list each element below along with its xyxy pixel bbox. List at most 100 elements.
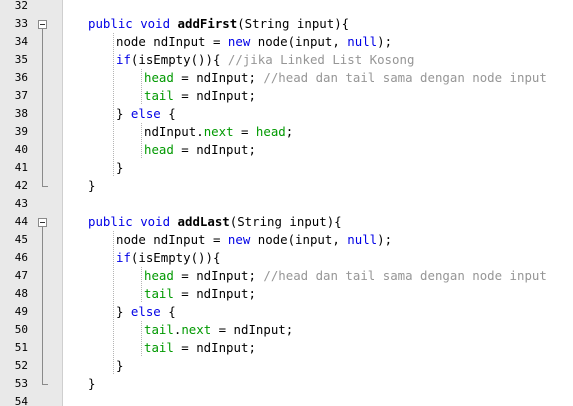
- indent-guide: [141, 123, 142, 159]
- code-token-default: }: [116, 358, 124, 373]
- line-number: 52: [14, 359, 28, 372]
- code-token-default: node ndInput =: [116, 232, 228, 247]
- code-token-default: = ndInput;: [173, 70, 264, 85]
- code-token-default: node ndInput =: [116, 34, 228, 49]
- line-number: 42: [14, 179, 28, 192]
- line-number: 51: [14, 341, 28, 354]
- code-token-default: }: [116, 304, 131, 319]
- code-token-comment: //head dan tail sama dengan node input: [263, 70, 547, 85]
- fold-range-line: [42, 29, 43, 186]
- line-number: 34: [14, 35, 28, 48]
- line-number: 49: [14, 305, 28, 318]
- code-token-default: = ndInput;: [173, 88, 256, 103]
- code-token-default: = ndInput;: [173, 340, 256, 355]
- code-token-default: (String input){: [229, 214, 342, 229]
- line-number: 46: [14, 251, 28, 264]
- code-token-default: = ndInput;: [173, 268, 264, 283]
- line-number: 47: [14, 269, 28, 282]
- code-line[interactable]: }: [116, 159, 123, 177]
- code-token-comment: //jika Linked List Kosong: [227, 52, 415, 67]
- code-line[interactable]: if(isEmpty()){ //jika Linked List Kosong: [116, 51, 414, 69]
- code-line[interactable]: }: [88, 177, 95, 195]
- code-token-default: );: [377, 232, 393, 247]
- code-token-default: = ndInput;: [211, 322, 294, 337]
- fold-collapse-icon[interactable]: [38, 20, 47, 29]
- code-token-keyword: null: [347, 232, 378, 247]
- code-token-default: =: [233, 124, 256, 139]
- line-number: 43: [14, 197, 28, 210]
- code-line[interactable]: head = ndInput; //head dan tail sama den…: [144, 69, 547, 87]
- code-token-keyword: else: [130, 106, 161, 121]
- code-token-default: );: [377, 34, 393, 49]
- code-line[interactable]: }: [88, 375, 95, 393]
- code-token-comment: //head dan tail sama dengan node input: [263, 268, 547, 283]
- code-line[interactable]: }: [116, 357, 123, 375]
- code-token-field: next: [181, 322, 212, 337]
- code-line[interactable]: } else {: [116, 303, 176, 321]
- line-number: 32: [14, 0, 28, 12]
- line-number: 38: [14, 107, 28, 120]
- code-token-method: addLast: [177, 214, 230, 229]
- code-token-field: head: [144, 142, 174, 157]
- line-number: 41: [14, 161, 28, 174]
- code-token-keyword: new: [227, 34, 251, 49]
- code-line[interactable]: tail.next = ndInput;: [144, 321, 293, 339]
- code-line[interactable]: ndInput.next = head;: [144, 123, 293, 141]
- code-token-method: addFirst: [177, 16, 238, 31]
- indent-guide: [141, 69, 142, 105]
- code-token-default: (isEmpty()){: [130, 250, 221, 265]
- code-line[interactable]: public void addLast(String input){: [88, 213, 342, 231]
- line-number: 48: [14, 287, 28, 300]
- code-editor[interactable]: 32 33 34 35 36 37 38 39 40 41 42 43 44 45 46 47 48 49 50 51…: [0, 0, 573, 406]
- code-line[interactable]: node ndInput = new node(input, null);: [116, 33, 392, 51]
- code-token-default: = ndInput;: [173, 142, 256, 157]
- fold-collapse-icon[interactable]: [38, 218, 47, 227]
- code-line[interactable]: node ndInput = new node(input, null);: [116, 231, 392, 249]
- line-number: 37: [14, 89, 28, 102]
- code-line[interactable]: tail = ndInput;: [144, 87, 256, 105]
- code-token-default: }: [116, 160, 124, 175]
- code-token-default: ndInput.: [144, 124, 204, 139]
- code-token-keyword: if: [116, 52, 131, 67]
- code-line[interactable]: head = ndInput; //head dan tail sama den…: [144, 267, 547, 285]
- code-token-keyword: null: [347, 34, 378, 49]
- code-token-field: head: [255, 124, 286, 139]
- code-line[interactable]: public void addFirst(String input){: [88, 15, 349, 33]
- code-token-field: tail: [144, 322, 174, 337]
- code-token-field: tail: [144, 286, 174, 301]
- line-number: 44: [14, 215, 28, 228]
- line-number: 50: [14, 323, 28, 336]
- fold-end-marker: [42, 186, 48, 187]
- code-token-default: node(input,: [250, 34, 348, 49]
- code-token-field: next: [203, 124, 234, 139]
- code-line[interactable]: } else {: [116, 105, 176, 123]
- code-token-default: {: [160, 106, 176, 121]
- code-token-default: }: [116, 106, 131, 121]
- line-number: 54: [14, 395, 28, 406]
- code-token-keyword: new: [227, 232, 251, 247]
- code-line[interactable]: head = ndInput;: [144, 141, 256, 159]
- code-token-default: (isEmpty()){: [130, 52, 228, 67]
- code-line[interactable]: tail = ndInput;: [144, 285, 256, 303]
- code-token-field: tail: [144, 340, 174, 355]
- code-token-default: (String input){: [237, 16, 350, 31]
- line-number-gutter: 32 33 34 35 36 37 38 39 40 41 42 43 44 45 46 47 48 49 50 51…: [0, 0, 63, 406]
- indent-guide: [141, 321, 142, 357]
- code-area[interactable]: public void addFirst(String input){node …: [63, 0, 573, 406]
- code-token-default: ;: [285, 124, 294, 139]
- code-token-default: node(input,: [250, 232, 348, 247]
- line-number: 45: [14, 233, 28, 246]
- code-line[interactable]: if(isEmpty()){: [116, 249, 220, 267]
- line-number: 36: [14, 71, 28, 84]
- code-line[interactable]: tail = ndInput;: [144, 339, 256, 357]
- code-token-field: head: [144, 268, 174, 283]
- code-token-field: head: [144, 70, 174, 85]
- code-token-keyword: else: [130, 304, 161, 319]
- indent-guide: [141, 267, 142, 303]
- code-token-keyword: if: [116, 250, 131, 265]
- line-number: 53: [14, 377, 28, 390]
- fold-end-marker: [42, 384, 48, 385]
- fold-range-line: [42, 227, 43, 384]
- indent-guide: [113, 231, 114, 375]
- code-token-keyword: public void: [88, 16, 178, 31]
